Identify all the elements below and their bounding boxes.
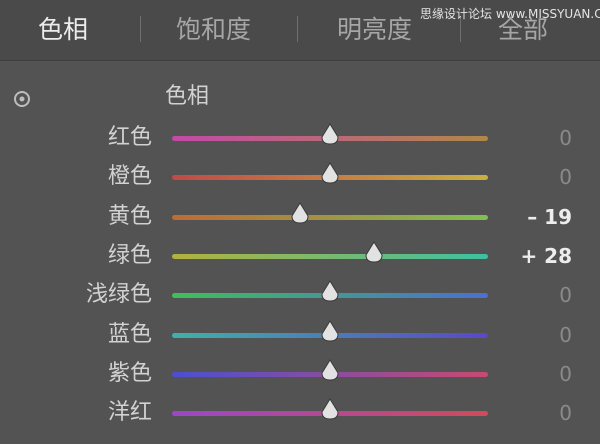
slider-track-purple[interactable] xyxy=(172,359,488,381)
slider-label-red: 红色 xyxy=(107,125,152,150)
slider-track-orange[interactable] xyxy=(172,162,488,184)
slider-thumb-yellow[interactable] xyxy=(290,202,310,224)
slider-row-blue: 蓝色 0 xyxy=(0,317,600,353)
slider-row-red: 红色 0 xyxy=(0,120,600,156)
slider-track-aqua[interactable] xyxy=(172,280,488,302)
slider-row-yellow: 黄色 – 19 xyxy=(0,199,600,235)
tab-separator xyxy=(297,16,298,42)
slider-row-aqua: 浅绿色 0 xyxy=(0,277,600,313)
slider-value-blue[interactable]: 0 xyxy=(559,317,572,353)
target-adjustment-icon[interactable] xyxy=(13,90,31,108)
section-title: 色相 xyxy=(165,84,210,109)
tab-hue[interactable]: 色相 xyxy=(38,12,88,48)
slider-label-green: 绿色 xyxy=(107,243,152,268)
slider-value-green[interactable]: + 28 xyxy=(520,238,572,274)
slider-row-orange: 橙色 0 xyxy=(0,159,600,195)
slider-value-purple[interactable]: 0 xyxy=(559,356,572,392)
tab-luminance[interactable]: 明亮度 xyxy=(337,12,412,48)
slider-row-green: 绿色 + 28 xyxy=(0,238,600,274)
slider-row-purple: 紫色 0 xyxy=(0,356,600,392)
slider-thumb-purple[interactable] xyxy=(320,359,340,381)
slider-thumb-magenta[interactable] xyxy=(320,398,340,420)
slider-label-blue: 蓝色 xyxy=(107,322,152,347)
slider-thumb-orange[interactable] xyxy=(320,162,340,184)
slider-track-green[interactable] xyxy=(172,241,488,263)
slider-thumb-red[interactable] xyxy=(320,123,340,145)
slider-label-yellow: 黄色 xyxy=(107,204,152,229)
slider-value-red[interactable]: 0 xyxy=(559,120,572,156)
slider-thumb-blue[interactable] xyxy=(320,320,340,342)
slider-thumb-aqua[interactable] xyxy=(320,280,340,302)
header-divider xyxy=(0,60,600,61)
slider-label-purple: 紫色 xyxy=(107,361,152,386)
slider-label-orange: 橙色 xyxy=(107,164,152,189)
slider-value-magenta[interactable]: 0 xyxy=(559,395,572,431)
slider-value-aqua[interactable]: 0 xyxy=(559,277,572,313)
slider-track-magenta[interactable] xyxy=(172,398,488,420)
slider-track-blue[interactable] xyxy=(172,320,488,342)
tab-bar: 色相 饱和度 明亮度 全部 思缘设计论坛 www.MISSYUAN.COM xyxy=(0,0,600,60)
tab-saturation[interactable]: 饱和度 xyxy=(176,12,251,48)
slider-thumb-green[interactable] xyxy=(364,241,384,263)
tab-separator xyxy=(140,16,141,42)
slider-track-red[interactable] xyxy=(172,123,488,145)
slider-row-magenta: 洋红 0 xyxy=(0,395,600,431)
slider-value-orange[interactable]: 0 xyxy=(559,159,572,195)
watermark-text: 思缘设计论坛 www.MISSYUAN.COM xyxy=(420,7,600,21)
slider-value-yellow[interactable]: – 19 xyxy=(527,199,572,235)
hsl-panel: 色相 饱和度 明亮度 全部 思缘设计论坛 www.MISSYUAN.COM 色相… xyxy=(0,0,600,444)
slider-label-aqua: 浅绿色 xyxy=(85,282,152,307)
slider-track-yellow[interactable] xyxy=(172,202,488,224)
slider-label-magenta: 洋红 xyxy=(107,400,152,425)
